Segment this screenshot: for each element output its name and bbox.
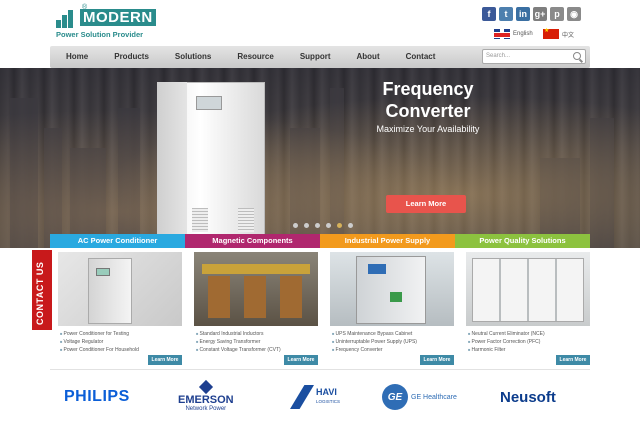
category-tab[interactable]: Magnetic Components	[185, 234, 320, 248]
power-quality-list: Neutral Current Eliminator (NCE) Power F…	[468, 330, 590, 354]
product-card-ac-power: Power Conditioner for Testing Voltage Re…	[58, 250, 182, 368]
list-item[interactable]: Constant Voltage Transformer (CVT)	[196, 346, 318, 354]
list-item[interactable]: Power Factor Correction (PFC)	[468, 338, 590, 346]
twitter-icon[interactable]: t	[499, 7, 513, 21]
china-flag-icon	[543, 27, 559, 39]
cabinet-side	[157, 82, 187, 246]
magnetic-components-image[interactable]	[194, 252, 318, 326]
cabinet-vent	[192, 208, 208, 232]
category-tab[interactable]: Power Quality Solutions	[455, 234, 590, 248]
slider-dot[interactable]	[326, 223, 331, 228]
lang-chinese[interactable]: 中文	[543, 27, 575, 39]
ac-power-list: Power Conditioner for Testing Voltage Re…	[60, 330, 182, 354]
logo-bars-icon	[56, 8, 78, 28]
partner-ge[interactable]: GE GE Healthcare	[382, 375, 457, 419]
list-item[interactable]: Energy Saving Transformer	[196, 338, 318, 346]
partner-havi[interactable]: HAVI LOGISTICS	[290, 375, 340, 419]
learn-more-button[interactable]: Learn More	[556, 355, 590, 365]
header: ® MODERN Power Solution Provider f t in g+ p…	[0, 0, 640, 44]
category-tabs: AC Power Conditioner Magnetic Components I…	[50, 234, 590, 248]
product-grid: Power Conditioner for Testing Voltage Re…	[56, 250, 592, 368]
learn-more-button[interactable]: Learn More	[420, 355, 454, 365]
lang-english[interactable]: English	[494, 29, 533, 39]
linkedin-icon[interactable]: in	[516, 7, 530, 21]
facebook-icon[interactable]: f	[482, 7, 496, 21]
emerson-name: EMERSON	[178, 394, 234, 406]
ge-label: GE Healthcare	[411, 393, 457, 401]
havi-logo-icon	[290, 385, 314, 409]
list-item[interactable]: Neutral Current Eliminator (NCE)	[468, 330, 590, 338]
category-tab[interactable]: AC Power Conditioner	[50, 234, 185, 248]
hero-title-line2: Converter	[385, 101, 471, 121]
havi-label: HAVI	[316, 387, 337, 397]
power-quality-solutions-image[interactable]	[466, 252, 590, 326]
lang-english-label: English	[513, 31, 533, 37]
slider-dot[interactable]	[348, 223, 353, 228]
contact-us-tab[interactable]: CONTACT US	[32, 250, 52, 330]
nav-about[interactable]: About	[344, 46, 393, 68]
brand-logo[interactable]: ® MODERN Power Solution Provider	[56, 4, 156, 39]
pinterest-icon[interactable]: p	[550, 7, 564, 21]
list-item[interactable]: UPS Maintenance Bypass Cabinet	[332, 330, 454, 338]
category-tab[interactable]: Industrial Power Supply	[320, 234, 455, 248]
nav-home[interactable]: Home	[50, 46, 101, 68]
search-icon[interactable]	[573, 52, 581, 60]
slider-dot[interactable]	[293, 223, 298, 228]
hero-slider: Frequency Converter Maximize Your Availa…	[0, 68, 640, 248]
brand-name: MODERN	[80, 9, 156, 26]
emerson-sub: Network Power	[185, 406, 227, 412]
industrial-list: UPS Maintenance Bypass Cabinet Uninterru…	[332, 330, 454, 354]
rss-icon[interactable]: ◉	[567, 7, 581, 21]
nav-support[interactable]: Support	[287, 46, 344, 68]
product-card-magnetic: Standard Industrial Inductors Energy Sav…	[194, 250, 318, 368]
partner-philips[interactable]: PHILIPS	[64, 375, 130, 419]
search-input[interactable]: Search...	[482, 49, 586, 64]
brand-tagline: Power Solution Provider	[56, 30, 144, 39]
social-links: f t in g+ p ◉	[482, 7, 581, 21]
ge-logo-icon: GE	[382, 384, 408, 410]
nav-resource[interactable]: Resource	[224, 46, 286, 68]
ac-power-conditioner-image[interactable]	[58, 252, 182, 326]
partner-emerson[interactable]: EMERSON Network Power	[178, 375, 234, 419]
slider-dot[interactable]	[304, 223, 309, 228]
hero-title-line1: Frequency	[382, 79, 474, 99]
cabinet-vent	[238, 208, 254, 232]
list-item[interactable]: Power Conditioner for Testing	[60, 330, 182, 338]
nav-products[interactable]: Products	[101, 46, 162, 68]
section-divider	[50, 369, 590, 370]
slider-dot[interactable]	[337, 223, 342, 228]
nav-solutions[interactable]: Solutions	[162, 46, 224, 68]
product-card-industrial: UPS Maintenance Bypass Cabinet Uninterru…	[330, 250, 454, 368]
list-item[interactable]: Uninterruptable Power Supply (UPS)	[332, 338, 454, 346]
learn-more-button[interactable]: Learn More	[284, 355, 318, 365]
magnetic-list: Standard Industrial Inductors Energy Sav…	[196, 330, 318, 354]
contact-us-label: CONTACT US	[35, 261, 45, 325]
list-item[interactable]: Standard Industrial Inductors	[196, 330, 318, 338]
slider-dot[interactable]	[315, 223, 320, 228]
uk-flag-icon	[494, 29, 510, 39]
search-placeholder: Search...	[486, 53, 511, 59]
product-card-power-quality: Neutral Current Eliminator (NCE) Power F…	[466, 250, 590, 368]
main-nav: Home Products Solutions Resource Support…	[50, 46, 590, 68]
partner-neusoft[interactable]: Neusoft	[500, 375, 556, 419]
learn-more-button[interactable]: Learn More	[148, 355, 182, 365]
list-item[interactable]: Voltage Regulator	[60, 338, 182, 346]
industrial-power-supply-image[interactable]	[330, 252, 454, 326]
hero-subtitle: Maximize Your Availability	[376, 124, 480, 134]
havi-name: HAVI LOGISTICS	[316, 387, 340, 407]
hero-title: Frequency Converter	[340, 78, 516, 122]
havi-sub: LOGISTICS	[316, 399, 341, 404]
partner-logos: PHILIPS EMERSON Network Power HAVI LOGIS…	[50, 375, 590, 419]
hero-glow	[0, 68, 640, 248]
list-item[interactable]: Frequency Converter	[332, 346, 454, 354]
list-item[interactable]: Power Conditioner For Household	[60, 346, 182, 354]
nav-contact[interactable]: Contact	[393, 46, 449, 68]
lang-chinese-label: 中文	[562, 32, 575, 39]
list-item[interactable]: Harmonic Filter	[468, 346, 590, 354]
hero-learn-more-button[interactable]: Learn More	[386, 195, 466, 213]
google-plus-icon[interactable]: g+	[533, 7, 547, 21]
cabinet-display	[196, 96, 222, 110]
emerson-logo-icon	[198, 379, 213, 395]
slider-dots	[293, 223, 353, 228]
